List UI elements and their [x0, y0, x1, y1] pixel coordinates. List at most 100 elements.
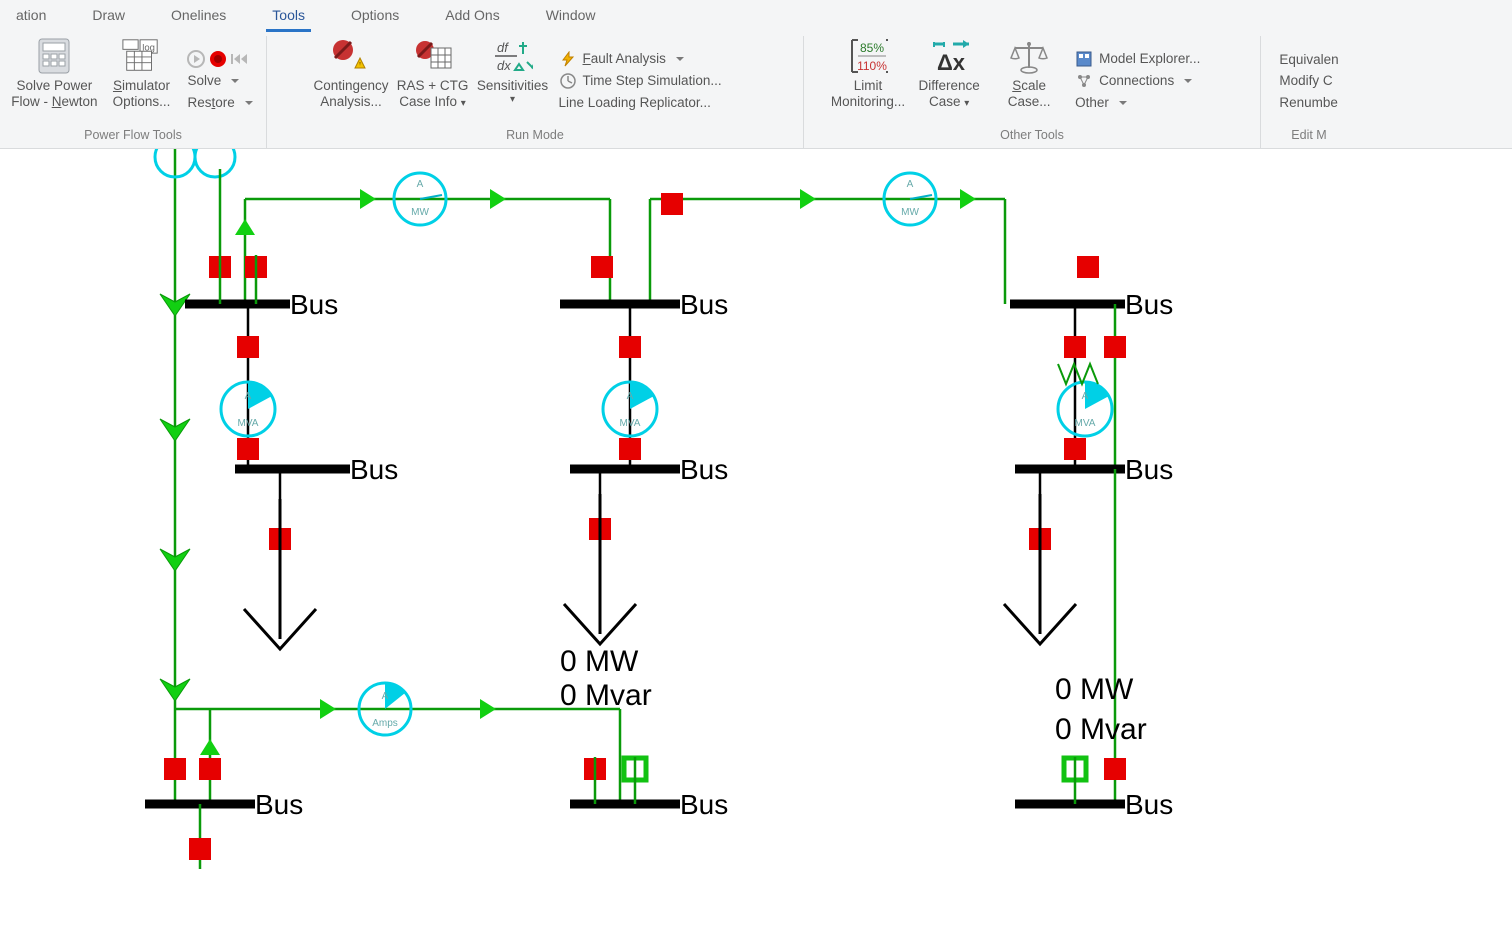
oneline-canvas[interactable]: AMW AMVA AAmps Bus Bus Bus — [0, 149, 1512, 945]
svg-text:Bus: Bus — [680, 454, 728, 485]
fault-label: Fault Analysis — [583, 50, 666, 68]
connections-icon — [1075, 72, 1093, 90]
group-edit-mode: Equivalen Modify C Renumbe Edit M — [1261, 36, 1357, 148]
difference-case-button[interactable]: Δx DifferenceCase ▾ — [913, 36, 985, 109]
diff-label: DifferenceCase ▾ — [918, 78, 979, 109]
solve-power-flow-label: Solve PowerFlow - Newton — [11, 78, 97, 109]
tab-tools[interactable]: Tools — [266, 5, 311, 32]
restore-label: Restore — [187, 94, 234, 112]
renumber-button[interactable]: Renumbe — [1277, 93, 1340, 113]
breaker-closed[interactable] — [1064, 336, 1086, 358]
ras-ctg-label: RAS + CTGCase Info ▾ — [397, 78, 469, 109]
breaker-closed[interactable] — [237, 336, 259, 358]
svg-text:85%: 85% — [860, 41, 884, 55]
line-loading-replicator-button[interactable]: Line Loading Replicator... — [557, 93, 757, 113]
breaker-closed[interactable] — [619, 336, 641, 358]
equivalence-label: Equivalen — [1279, 51, 1338, 69]
breaker-closed[interactable] — [1064, 438, 1086, 460]
limit-label: LimitMonitoring... — [831, 78, 905, 109]
ras-ctg-icon — [413, 36, 453, 76]
fault-analysis-button[interactable]: Fault Analysis — [557, 49, 757, 69]
breaker-closed[interactable] — [1104, 758, 1126, 780]
svg-text:Δx: Δx — [937, 50, 966, 74]
group-other-tools: 85%110% LimitMonitoring... Δx Difference… — [804, 36, 1261, 148]
solve-dropdown[interactable]: Solve — [185, 71, 254, 91]
time-step-simulation-button[interactable]: Time Step Simulation... — [557, 71, 757, 91]
balance-scale-icon — [1009, 36, 1049, 76]
pie-chart-mva[interactable] — [1058, 382, 1112, 436]
svg-text:Bus: Bus — [255, 789, 303, 820]
modify-case-button[interactable]: Modify C — [1277, 71, 1340, 91]
group-run-mode-title: Run Mode — [275, 126, 795, 146]
solve-power-flow-button[interactable]: Solve PowerFlow - Newton — [11, 36, 97, 109]
contingency-icon — [331, 36, 371, 76]
limit-monitoring-button[interactable]: 85%110% LimitMonitoring... — [831, 36, 905, 109]
equivalence-button[interactable]: Equivalen — [1277, 50, 1340, 70]
load-mw-value: 0 MW — [1055, 673, 1134, 706]
rewind-icon[interactable] — [231, 50, 249, 68]
connections-button[interactable]: Connections — [1073, 71, 1233, 91]
breaker-closed[interactable] — [189, 838, 211, 860]
bus-node[interactable]: Bus — [235, 454, 398, 485]
svg-text:Bus: Bus — [680, 289, 728, 320]
ribbon-groups: Solve PowerFlow - Newton log SimulatorOp… — [0, 32, 1512, 148]
bus-node[interactable]: Bus — [185, 289, 338, 320]
breaker-closed[interactable] — [164, 758, 186, 780]
breaker-closed[interactable] — [1077, 256, 1099, 278]
breaker-closed[interactable] — [199, 758, 221, 780]
simulator-options-button[interactable]: log SimulatorOptions... — [105, 36, 177, 109]
svg-text:Bus: Bus — [290, 289, 338, 320]
svg-text:Bus: Bus — [1125, 289, 1173, 320]
sensitivities-icon: df dx — [493, 36, 533, 76]
bus-node[interactable]: Bus — [1015, 789, 1173, 820]
load-arrow[interactable] — [1004, 469, 1076, 644]
ribbon: ation Draw Onelines Tools Options Add On… — [0, 0, 1512, 149]
generator-icon[interactable] — [195, 149, 235, 177]
pie-chart-mva[interactable] — [221, 382, 275, 436]
breaker-closed[interactable] — [661, 193, 683, 215]
sensitivities-label: Sensitivities▾ — [477, 78, 548, 105]
sensitivities-button[interactable]: df dx Sensitivities▾ — [477, 36, 549, 105]
group-edit-title: Edit M — [1269, 126, 1349, 146]
scale-label: ScaleCase... — [1008, 78, 1051, 109]
contingency-analysis-button[interactable]: ContingencyAnalysis... — [313, 36, 388, 109]
tab-draw[interactable]: Draw — [86, 5, 131, 32]
other-dropdown[interactable]: Other — [1073, 93, 1233, 113]
bus-node[interactable]: Bus — [1010, 289, 1173, 320]
other-label: Other — [1075, 94, 1109, 112]
bus-node[interactable]: Bus — [1015, 454, 1173, 485]
breaker-closed[interactable] — [591, 256, 613, 278]
load-arrow[interactable] — [564, 469, 636, 644]
group-other-tools-title: Other Tools — [812, 126, 1252, 146]
load-mvar-value: 0 Mvar — [560, 679, 652, 712]
load-mvar-value: 0 Mvar — [1055, 713, 1147, 746]
scale-case-button[interactable]: ScaleCase... — [993, 36, 1065, 109]
tab-addons[interactable]: Add Ons — [439, 5, 505, 32]
breaker-closed[interactable] — [1104, 336, 1126, 358]
contingency-label: ContingencyAnalysis... — [313, 78, 388, 109]
tab-onelines[interactable]: Onelines — [165, 5, 232, 32]
bus-node[interactable]: Bus — [560, 289, 728, 320]
record-icon[interactable] — [209, 50, 227, 68]
model-explorer-button[interactable]: Model Explorer... — [1073, 49, 1233, 69]
play-icon[interactable] — [187, 50, 205, 68]
restore-dropdown[interactable]: Restore — [185, 93, 254, 113]
load-arrow[interactable] — [244, 469, 316, 649]
breaker-closed[interactable] — [619, 438, 641, 460]
bus-node[interactable]: Bus — [570, 454, 728, 485]
breaker-closed[interactable] — [237, 438, 259, 460]
bus-node[interactable]: Bus — [570, 789, 728, 820]
svg-text:df: df — [497, 40, 509, 55]
group-run-mode: ContingencyAnalysis... RAS + CTGCase Inf… — [267, 36, 804, 148]
ras-ctg-button[interactable]: RAS + CTGCase Info ▾ — [397, 36, 469, 109]
model-explorer-label: Model Explorer... — [1099, 50, 1200, 68]
svg-text:dx: dx — [497, 58, 511, 73]
play-controls — [185, 49, 254, 69]
tab-options[interactable]: Options — [345, 5, 405, 32]
bus-node[interactable]: Bus — [145, 789, 303, 820]
grid-layers-icon: log — [121, 36, 161, 76]
tab-window[interactable]: Window — [540, 5, 602, 32]
svg-text:Bus: Bus — [1125, 789, 1173, 820]
tab-information[interactable]: ation — [10, 5, 52, 32]
pie-chart-mva[interactable] — [603, 382, 657, 436]
